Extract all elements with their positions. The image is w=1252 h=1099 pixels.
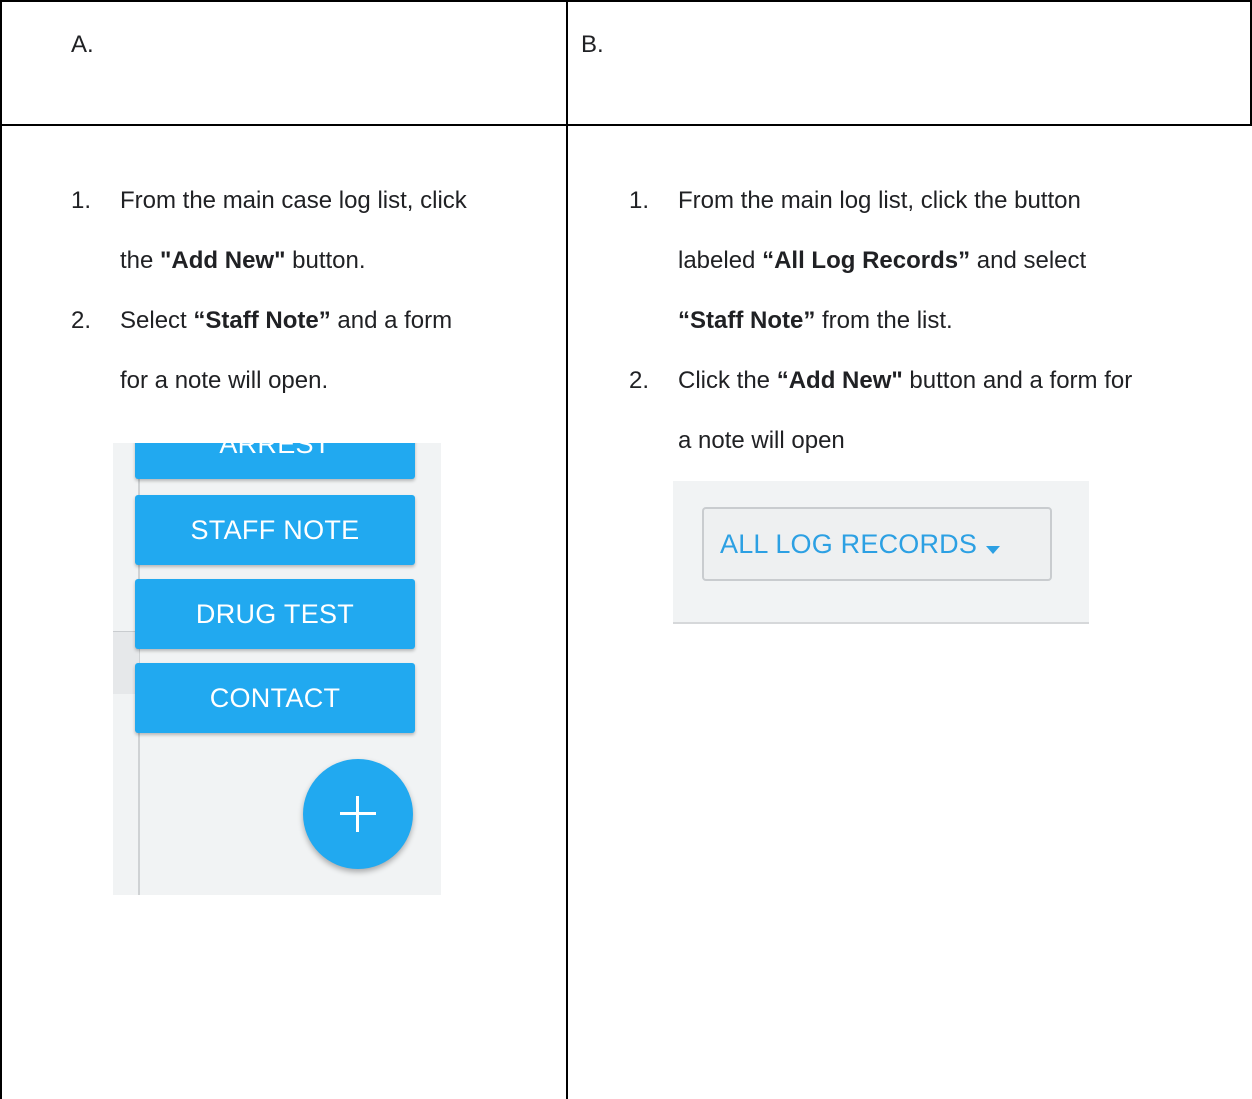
step-a-1: 1. From the main case log list, click th… bbox=[71, 171, 561, 291]
step-text: from the list. bbox=[815, 307, 953, 334]
step-bold-text: “Staff Note” bbox=[678, 307, 816, 334]
plus-icon bbox=[340, 796, 376, 832]
step-number: 2. bbox=[629, 367, 650, 394]
step-bold-text: “Add New" bbox=[776, 367, 903, 394]
column-a-header: A. bbox=[71, 31, 94, 58]
arrest-button[interactable]: ARREST bbox=[135, 443, 415, 479]
step-b-1: 1. From the main log list, click the but… bbox=[629, 171, 1249, 351]
log-records-filter-screenshot: ALL LOG RECORDS bbox=[673, 481, 1089, 624]
table-header-divider bbox=[0, 124, 1252, 126]
dropdown-label: ALL LOG RECORDS bbox=[720, 529, 978, 559]
column-a-steps: 1. From the main case log list, click th… bbox=[71, 171, 561, 411]
step-text: From the main log list, click the button bbox=[678, 187, 1081, 214]
step-a-2: 2. Select “Staff Note” and a form for a … bbox=[71, 291, 561, 411]
step-number: 2. bbox=[71, 307, 92, 334]
column-b-steps: 1. From the main log list, click the but… bbox=[629, 171, 1249, 471]
step-number: 1. bbox=[629, 187, 650, 214]
add-new-menu-screenshot: ARREST STAFF NOTE DRUG TEST CONTACT bbox=[113, 443, 441, 895]
step-text: labeled bbox=[678, 247, 763, 274]
table-column-divider bbox=[566, 0, 568, 1099]
step-text: Select bbox=[120, 307, 194, 334]
step-b-2: 2. Click the “Add New" button and a form… bbox=[629, 351, 1249, 471]
table-border-top bbox=[0, 0, 1252, 2]
drug-test-button[interactable]: DRUG TEST bbox=[135, 579, 415, 649]
add-new-button[interactable] bbox=[303, 759, 413, 869]
staff-note-button[interactable]: STAFF NOTE bbox=[135, 495, 415, 565]
step-text: Click the bbox=[678, 367, 777, 394]
step-text: and select bbox=[970, 247, 1087, 274]
step-bold-text: “All Log Records” bbox=[762, 247, 971, 274]
caret-down-icon bbox=[985, 511, 1001, 581]
step-text: From the main case log list, click bbox=[120, 187, 467, 214]
step-text: button. bbox=[285, 247, 366, 274]
step-bold-text: "Add New" bbox=[160, 247, 286, 274]
step-text: button and a form for bbox=[902, 367, 1133, 394]
step-text: for a note will open. bbox=[120, 367, 329, 394]
table-border-left bbox=[0, 0, 2, 1099]
contact-button[interactable]: CONTACT bbox=[135, 663, 415, 733]
step-number: 1. bbox=[71, 187, 92, 214]
column-b-header: B. bbox=[581, 31, 604, 58]
step-bold-text: “Staff Note” bbox=[193, 307, 331, 334]
all-log-records-dropdown[interactable]: ALL LOG RECORDS bbox=[702, 507, 1052, 581]
step-text: and a form bbox=[330, 307, 453, 334]
step-text: a note will open bbox=[678, 427, 845, 454]
step-text: the bbox=[120, 247, 161, 274]
